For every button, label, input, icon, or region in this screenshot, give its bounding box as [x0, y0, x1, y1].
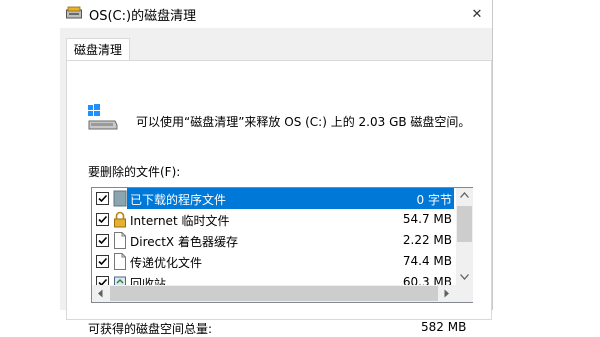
window-title: OS(C:)的磁盘清理	[89, 9, 197, 24]
drive-icon	[86, 101, 118, 131]
free-space-info: 可以使用“磁盘清理”来释放 OS (C:) 上的 2.03 GB 磁盘空间。	[136, 115, 471, 129]
vertical-scrollbar[interactable]	[456, 188, 473, 285]
tab-label: 磁盘清理	[73, 43, 122, 57]
close-icon: ✕	[471, 6, 483, 22]
files-list[interactable]: 已下载的程序文件 0 字节 Internet 临时文件 54.7 MB Dire…	[91, 187, 473, 303]
folder-icon	[113, 190, 127, 207]
list-item[interactable]: 已下载的程序文件 0 字节	[92, 188, 456, 209]
checkbox[interactable]	[96, 213, 109, 226]
scroll-left-icon[interactable]	[97, 289, 103, 301]
file-icon	[113, 253, 127, 270]
horizontal-scroll-thumb[interactable]	[110, 286, 438, 301]
file-size: 60.3 MB	[402, 275, 452, 285]
scroll-right-icon[interactable]	[444, 289, 450, 301]
scroll-up-icon[interactable]	[460, 192, 469, 201]
checkbox[interactable]	[96, 276, 109, 285]
file-size: 54.7 MB	[402, 212, 452, 226]
file-size: 2.22 MB	[402, 233, 452, 247]
files-to-delete-label: 要删除的文件(F):	[88, 165, 181, 179]
window-right-edge	[492, 0, 600, 310]
file-label: 传递优化文件	[130, 256, 203, 270]
checkbox[interactable]	[96, 192, 109, 205]
file-label: Internet 临时文件	[130, 214, 230, 228]
total-space-value: 582 MB	[421, 320, 467, 334]
vertical-scroll-thumb[interactable]	[457, 206, 472, 242]
scrollbar-corner	[456, 285, 473, 302]
close-button[interactable]: ✕	[462, 0, 492, 28]
lock-icon	[113, 211, 127, 228]
file-label: 回收站	[130, 277, 167, 285]
files-list-items: 已下载的程序文件 0 字节 Internet 临时文件 54.7 MB Dire…	[92, 188, 456, 285]
scroll-down-icon[interactable]	[460, 274, 469, 283]
list-item[interactable]: 传递优化文件 74.4 MB	[92, 251, 456, 272]
file-size: 74.4 MB	[402, 254, 452, 268]
dialog-body: 磁盘清理 可以使用“磁盘清理”来释放 OS (C:) 上的 2.03 GB 磁盘…	[60, 28, 492, 336]
disk-cleanup-icon	[66, 6, 82, 20]
file-label: 已下载的程序文件	[130, 193, 227, 207]
total-space-label: 可获得的磁盘空间总量:	[88, 322, 213, 336]
list-item[interactable]: DirectX 着色器缓存 2.22 MB	[92, 230, 456, 251]
disk-cleanup-window: OS(C:)的磁盘清理 ✕ 磁盘清理 可以使用“磁盘清理”来释放 OS (C:)…	[0, 0, 600, 336]
tab-disk-cleanup[interactable]: 磁盘清理	[66, 38, 130, 61]
tab-panel: 可以使用“磁盘清理”来释放 OS (C:) 上的 2.03 GB 磁盘空间。 要…	[66, 60, 492, 336]
checkbox[interactable]	[96, 234, 109, 247]
recycle-bin-icon	[113, 274, 127, 285]
file-size: 0 字节	[416, 193, 452, 207]
horizontal-scrollbar[interactable]	[92, 285, 456, 302]
list-item[interactable]: Internet 临时文件 54.7 MB	[92, 209, 456, 230]
file-icon	[113, 232, 127, 249]
file-label: DirectX 着色器缓存	[130, 235, 238, 249]
list-item[interactable]: 回收站 60.3 MB	[92, 272, 456, 285]
checkbox[interactable]	[96, 255, 109, 268]
